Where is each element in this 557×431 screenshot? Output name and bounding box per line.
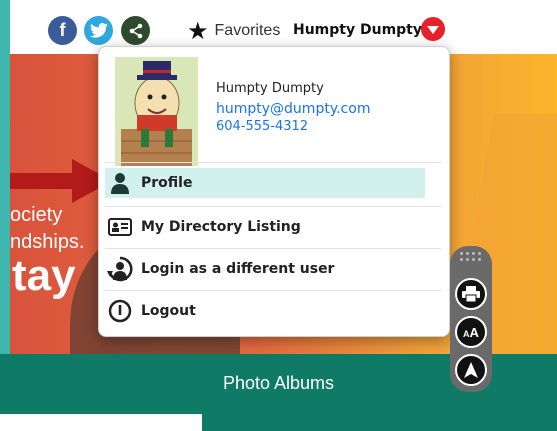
twitter-icon[interactable] [84,16,113,45]
menu-item-logout[interactable]: Logout [105,291,441,331]
twitter-bird-icon [89,23,108,38]
user-silhouette-icon [105,168,135,198]
share-icon[interactable] [121,16,150,45]
profile-email[interactable]: humpty@dumpty.com [216,101,370,117]
left-accent-strip [0,0,10,375]
menu-label-profile: Profile [141,175,193,191]
print-button[interactable] [455,278,487,310]
switch-user-icon [105,254,135,284]
profile-name: Humpty Dumpty [216,81,324,96]
scroll-top-button[interactable] [455,354,487,386]
id-card-icon [105,212,135,242]
menu-item-profile[interactable]: Profile [105,168,425,198]
power-icon [105,296,135,326]
humpty-dumpty-avatar-icon [115,57,198,166]
footer-right-block [202,414,557,431]
menu-item-directory[interactable]: My Directory Listing [105,207,441,247]
arrow-icon [10,159,112,203]
hero-text-line3: tay [12,251,76,300]
facebook-icon[interactable]: f [48,16,77,45]
hero-text-line1: ociety [10,204,63,226]
chevron-down-icon [427,26,439,34]
user-name[interactable]: Humpty Dumpty [293,22,422,38]
accessibility-toolbar[interactable]: AA [450,246,492,392]
divider [105,162,441,163]
facebook-glyph: f [59,20,66,40]
menu-label-logout: Logout [141,303,196,319]
printer-icon [462,286,480,302]
favorites-link[interactable]: ★ Favorites [187,19,280,43]
profile-phone[interactable]: 604-555-4312 [216,119,308,134]
user-menu-toggle[interactable] [421,17,445,41]
menu-label-directory: My Directory Listing [141,219,301,235]
footer-left-block [0,414,202,431]
user-dropdown-menu: Humpty Dumpty humpty@dumpty.com 604-555-… [98,46,450,337]
drag-handle[interactable] [460,252,482,262]
avatar [115,57,198,166]
text-size-button[interactable]: AA [455,316,487,348]
menu-item-switch-user[interactable]: Login as a different user [105,249,441,289]
text-size-icon: AA [463,324,479,340]
share-glyph-icon [129,23,142,38]
star-icon: ★ [187,17,209,45]
menu-label-switch-user: Login as a different user [141,261,335,277]
navigation-arrow-icon [464,362,478,378]
favorites-label: Favorites [214,22,281,39]
